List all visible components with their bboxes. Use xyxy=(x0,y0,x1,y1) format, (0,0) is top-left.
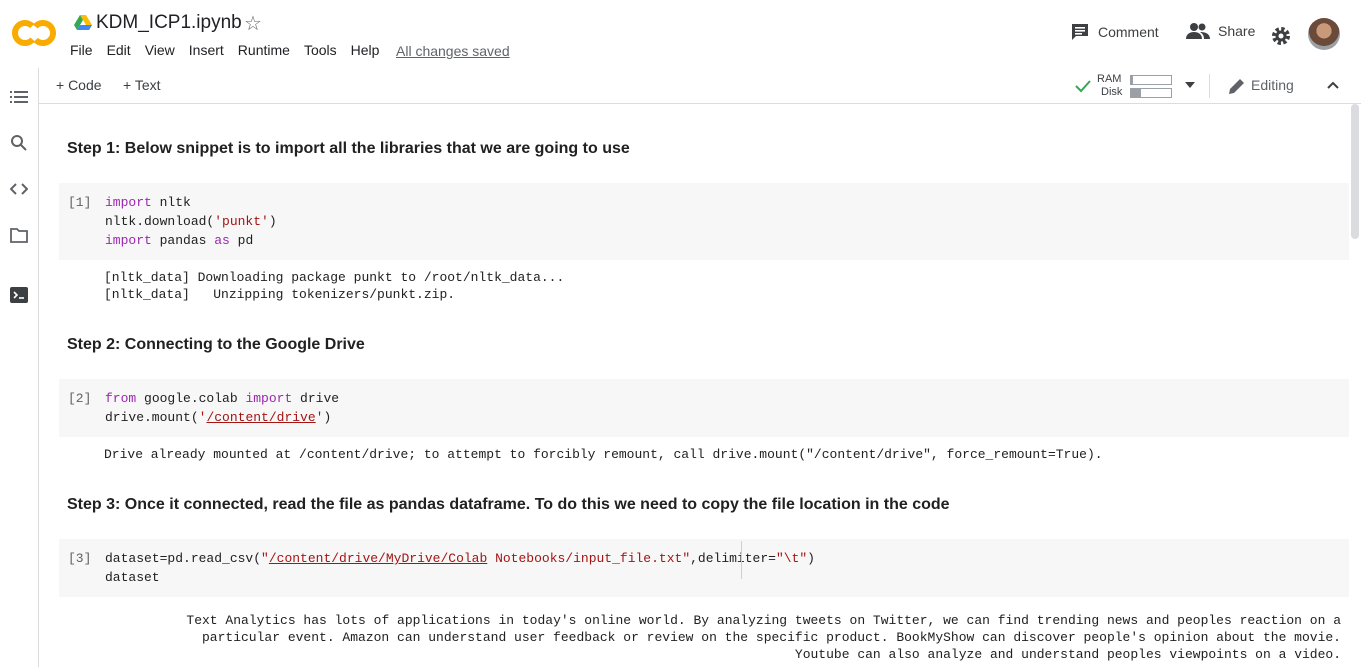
keyword: import xyxy=(105,195,152,210)
scrollbar[interactable] xyxy=(1351,104,1359,239)
path-link[interactable]: /content/drive/MyDrive/Colab xyxy=(269,551,487,566)
star-icon[interactable]: ☆ xyxy=(244,11,262,36)
notebook-area: Step 1: Below snippet is to import all t… xyxy=(39,104,1361,667)
share-button[interactable]: Share xyxy=(1186,22,1255,40)
code-text: dataset=pd.read_csv( xyxy=(105,551,262,566)
ram-fill xyxy=(1131,76,1133,84)
string-literal: " xyxy=(261,551,269,566)
add-code-button[interactable]: + Code xyxy=(56,77,102,93)
code-cell-1[interactable]: [1] import nltk nltk.download('punkt') i… xyxy=(59,183,1349,260)
chevron-up-icon[interactable] xyxy=(1327,81,1339,89)
menu-runtime[interactable]: Runtime xyxy=(238,42,290,58)
string-literal: 'punkt' xyxy=(214,214,269,229)
code-cell-3[interactable]: [3] dataset=pd.read_csv("/content/drive/… xyxy=(59,539,1349,597)
cell-3-code[interactable]: dataset=pd.read_csv("/content/drive/MyDr… xyxy=(105,549,815,587)
folder-icon[interactable] xyxy=(10,226,28,244)
text-cursor xyxy=(741,541,742,579)
menu-file[interactable]: File xyxy=(70,42,93,58)
menu-edit[interactable]: Edit xyxy=(107,42,131,58)
colab-logo[interactable] xyxy=(12,18,56,48)
ram-bar xyxy=(1130,75,1172,85)
menu-bar: File Edit View Insert Runtime Tools Help xyxy=(70,42,393,58)
code-text: drive.mount( xyxy=(105,410,199,425)
code-text: pandas xyxy=(151,233,215,248)
code-text: ,delimiter= xyxy=(690,551,776,566)
code-text: nltk.download( xyxy=(105,214,215,229)
menu-tools[interactable]: Tools xyxy=(304,42,337,58)
step3-heading: Step 3: Once it connected, read the file… xyxy=(67,496,950,513)
notebook-title[interactable]: KDM_ICP1.ipynb xyxy=(96,12,242,34)
table-of-contents-icon[interactable] xyxy=(10,88,28,106)
cell-2-exec-count: [2] xyxy=(68,391,92,406)
cell-1-exec-count: [1] xyxy=(68,195,92,210)
keyword: import xyxy=(105,233,152,248)
comment-button[interactable]: Comment xyxy=(1070,22,1159,42)
menu-insert[interactable]: Insert xyxy=(189,42,224,58)
code-text: dataset xyxy=(105,570,160,585)
top-bar: KDM_ICP1.ipynb ☆ File Edit View Insert R… xyxy=(0,0,1361,69)
string-literal: "\t" xyxy=(775,551,808,566)
code-snippets-icon[interactable] xyxy=(10,180,28,198)
disk-bar xyxy=(1130,88,1172,98)
step2-heading: Step 2: Connecting to the Google Drive xyxy=(67,336,365,353)
search-icon[interactable] xyxy=(10,134,28,152)
cell-3-exec-count: [3] xyxy=(68,551,92,566)
drive-icon xyxy=(74,15,92,30)
step1-heading: Step 1: Below snippet is to import all t… xyxy=(67,140,630,157)
cell-1-code[interactable]: import nltk nltk.download('punkt') impor… xyxy=(105,193,277,250)
code-text: ) xyxy=(268,214,277,229)
keyword: from xyxy=(105,391,137,406)
disk-fill xyxy=(1131,89,1141,97)
avatar[interactable] xyxy=(1308,18,1340,50)
ram-label: RAM xyxy=(1097,73,1122,85)
cell-1-output: [nltk_data] Downloading package punkt to… xyxy=(104,270,565,302)
comment-label: Comment xyxy=(1098,24,1159,40)
chevron-down-icon[interactable] xyxy=(1185,82,1195,88)
cell-2-output: Drive already mounted at /content/drive;… xyxy=(104,447,1103,462)
path-link[interactable]: /content/drive xyxy=(206,410,315,425)
menu-view[interactable]: View xyxy=(145,42,175,58)
terminal-icon[interactable] xyxy=(10,286,28,304)
code-text: pd xyxy=(229,233,254,248)
gear-icon[interactable] xyxy=(1271,26,1291,46)
keyword: as xyxy=(214,233,230,248)
cell-2-code[interactable]: from google.colab import drive drive.mou… xyxy=(105,389,339,427)
left-sidebar xyxy=(0,68,39,667)
add-text-button[interactable]: + Text xyxy=(123,77,161,93)
code-text: google.colab xyxy=(136,391,246,406)
menu-help[interactable]: Help xyxy=(351,42,380,58)
check-icon xyxy=(1075,80,1091,93)
disk-label: Disk xyxy=(1101,86,1123,98)
code-text: ) xyxy=(323,410,332,425)
toolbar-divider xyxy=(1209,74,1210,98)
pencil-icon xyxy=(1229,79,1244,94)
cell-3-output-dataframe: Text Analytics has lots of applications … xyxy=(186,613,1341,662)
people-icon xyxy=(1186,23,1210,39)
notebook-toolbar: + Code + Text RAM Disk Editing xyxy=(39,68,1361,104)
code-text: nltk xyxy=(151,195,191,210)
code-cell-2[interactable]: [2] from google.colab import drive drive… xyxy=(59,379,1349,437)
string-literal: Notebooks/input_file.txt" xyxy=(487,551,691,566)
save-status[interactable]: All changes saved xyxy=(396,43,510,59)
code-text: drive xyxy=(292,391,340,406)
keyword: import xyxy=(245,391,293,406)
share-label: Share xyxy=(1218,23,1256,39)
editing-mode-button[interactable]: Editing xyxy=(1251,77,1294,93)
code-text: ) xyxy=(807,551,815,566)
comment-icon xyxy=(1072,24,1088,40)
